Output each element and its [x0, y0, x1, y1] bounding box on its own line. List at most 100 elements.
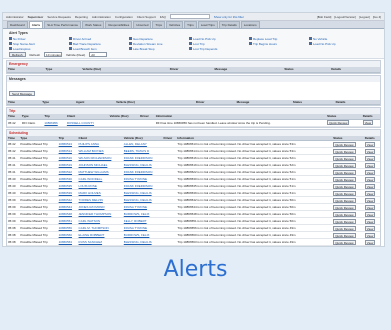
tab-responsibilities[interactable]: Responsibilities [105, 21, 133, 28]
quick-review-button[interactable]: Quick Review [333, 176, 356, 182]
quick-review-button[interactable]: Quick Review [333, 162, 356, 168]
alert-type-checkbox[interactable]: Load No Pick Up [189, 37, 249, 41]
table-cell[interactable]: 10866530 [57, 175, 78, 183]
table-cell[interactable]: 10866513 [57, 140, 78, 148]
topnav-user-link[interactable]: [Go 4] [373, 15, 381, 19]
checkbox-icon[interactable] [69, 42, 72, 45]
table-cell[interactable]: 10866522 [57, 168, 78, 176]
tab-load-trips[interactable]: Load Trips [197, 21, 218, 28]
view-button[interactable]: View [364, 239, 376, 245]
checkbox-icon[interactable] [69, 47, 72, 50]
topnav-user-link[interactable]: [Logout/Version] [334, 15, 356, 19]
alert-type-checkbox[interactable]: Load No Pick Up [309, 42, 369, 46]
quick-review-button[interactable]: Quick Review [333, 211, 356, 217]
quick-review-button[interactable]: Quick Review [333, 225, 356, 231]
alert-type-checkbox[interactable]: Load Breach Item [69, 47, 129, 51]
view-button[interactable]: View [364, 148, 376, 154]
topnav-item[interactable]: Configuration [115, 15, 133, 19]
view-button[interactable]: View [364, 169, 376, 175]
checkbox-icon[interactable] [309, 42, 312, 45]
table-cell[interactable]: ROSSELL COUNTY [65, 119, 109, 127]
tab-dashboard[interactable]: Dashboard [7, 21, 28, 28]
view-button[interactable]: View [364, 190, 376, 196]
table-cell[interactable]: RUSS SANCHEZ [77, 238, 123, 246]
quick-review-button[interactable]: Quick Review [333, 218, 356, 224]
quick-review-button[interactable]: Quick Review [333, 183, 356, 189]
tab-trip-details[interactable]: Trip Details [218, 21, 240, 28]
topnav-filter-checkbox[interactable]: Show only for this filter [214, 15, 244, 19]
table-cell[interactable]: BLESSING, DELILIS [122, 189, 163, 197]
checkbox-icon[interactable] [189, 42, 192, 45]
checkbox-icon[interactable] [69, 37, 72, 40]
table-cell[interactable]: JOHNSON MICHAEL [77, 161, 123, 169]
quick-review-button[interactable]: Quick Review [333, 239, 356, 245]
topnav-item[interactable]: Reporting [75, 15, 88, 19]
alert-type-checkbox[interactable]: Driver Arrived [69, 37, 129, 41]
tab-trips[interactable]: Trips [184, 21, 197, 28]
send-message-button[interactable]: Send Message [9, 90, 36, 96]
topnav-item[interactable]: Supervisor [28, 15, 44, 19]
tab-alerts[interactable]: Alerts [28, 21, 44, 28]
table-cell[interactable]: DELILAH GRANT [77, 245, 123, 246]
quick-review-button[interactable]: Quick Review [333, 169, 356, 175]
view-button[interactable]: View [364, 232, 376, 238]
table-cell[interactable]: TORRES MELVIN [77, 196, 123, 204]
table-cell[interactable]: 10866516 [57, 154, 78, 162]
checkbox-icon[interactable] [129, 37, 132, 40]
view-button[interactable]: View [364, 141, 376, 147]
table-cell[interactable]: JONES RAYMOND [77, 203, 123, 211]
alert-type-checkbox[interactable]: Geo Departure [129, 37, 189, 41]
table-cell[interactable]: FRANK FREDDISON [122, 154, 163, 162]
table-cell[interactable]: ELAINE ROBBERT [77, 231, 123, 239]
table-cell[interactable] [108, 119, 140, 127]
table-cell[interactable]: 10866519 [57, 161, 78, 169]
alert-type-checkbox[interactable]: Bad Trace Departure [69, 42, 129, 46]
table-cell[interactable]: 10866514 [57, 147, 78, 155]
alert-type-checkbox[interactable]: Load Expires [9, 47, 69, 51]
table-cell[interactable]: BLESSING, DELILIS [122, 161, 163, 169]
quick-review-button[interactable]: Quick Review [333, 148, 356, 154]
tab-unsorted[interactable]: Unsorted [133, 21, 152, 28]
table-cell[interactable]: KELLY, ROBERT [122, 217, 163, 225]
checkbox-icon[interactable] [189, 47, 192, 50]
view-button[interactable]: View [364, 176, 376, 182]
table-cell[interactable]: PHILIPS ANNA [77, 140, 123, 148]
table-cell[interactable]: FRUSA TYRONE [122, 203, 163, 211]
table-cell[interactable]: FRANK FREDDISON [122, 182, 163, 190]
topnav-item[interactable]: Client Support [137, 15, 156, 19]
tab-vehicles[interactable]: Vehicles [165, 21, 184, 28]
topnav-user-link[interactable]: [Bob Field] [317, 15, 331, 19]
view-button[interactable]: View [364, 204, 376, 210]
table-cell[interactable]: 10866535 [57, 182, 78, 190]
view-button[interactable]: View [364, 197, 376, 203]
tab-trips[interactable]: Trips [152, 21, 165, 28]
table-cell[interactable]: CARL M. THOMPSON [77, 224, 123, 232]
vehicle-select[interactable]: All [89, 52, 108, 57]
quick-review-button[interactable]: Quick Review [333, 155, 356, 161]
alert-type-checkbox[interactable]: Lost Trip [189, 42, 249, 46]
tab-work-status[interactable]: Work Status [82, 21, 105, 28]
table-cell[interactable]: BURROWS, FELIX [122, 210, 163, 218]
checkbox-icon[interactable] [9, 42, 12, 45]
view-button[interactable]: View [362, 120, 374, 125]
table-cell[interactable]: CARL WATSON [77, 217, 123, 225]
table-cell[interactable]: JENNIFER THOMPSON [77, 210, 123, 218]
alert-type-checkbox[interactable]: No Driver [9, 37, 69, 41]
table-cell[interactable]: 10866544 [57, 203, 78, 211]
tab-locations[interactable]: Locations [240, 21, 260, 28]
alert-type-checkbox[interactable]: Replace Load Trip [249, 37, 309, 41]
table-cell[interactable]: BURROWS, FELIX [122, 231, 163, 239]
alert-type-checkbox[interactable]: Deviation Stream Line [129, 42, 189, 46]
table-cell[interactable]: TROY T. [122, 245, 163, 246]
table-cell[interactable]: 10866542 [57, 196, 78, 204]
checkbox-icon[interactable] [129, 47, 132, 50]
table-cell[interactable]: BLESSING, DELILIS [122, 196, 163, 204]
quick-review-button[interactable]: Quick Review [333, 232, 356, 238]
view-button[interactable]: View [364, 218, 376, 224]
view-button[interactable]: View [364, 155, 376, 161]
view-button[interactable]: View [365, 247, 375, 248]
table-cell[interactable]: ALLEN, DELANY [122, 140, 163, 148]
table-cell[interactable]: 10866956 [43, 119, 66, 127]
alert-type-checkbox[interactable]: Late Break Stop [129, 47, 189, 51]
table-cell[interactable]: FRUSA TYRONE [122, 224, 163, 232]
